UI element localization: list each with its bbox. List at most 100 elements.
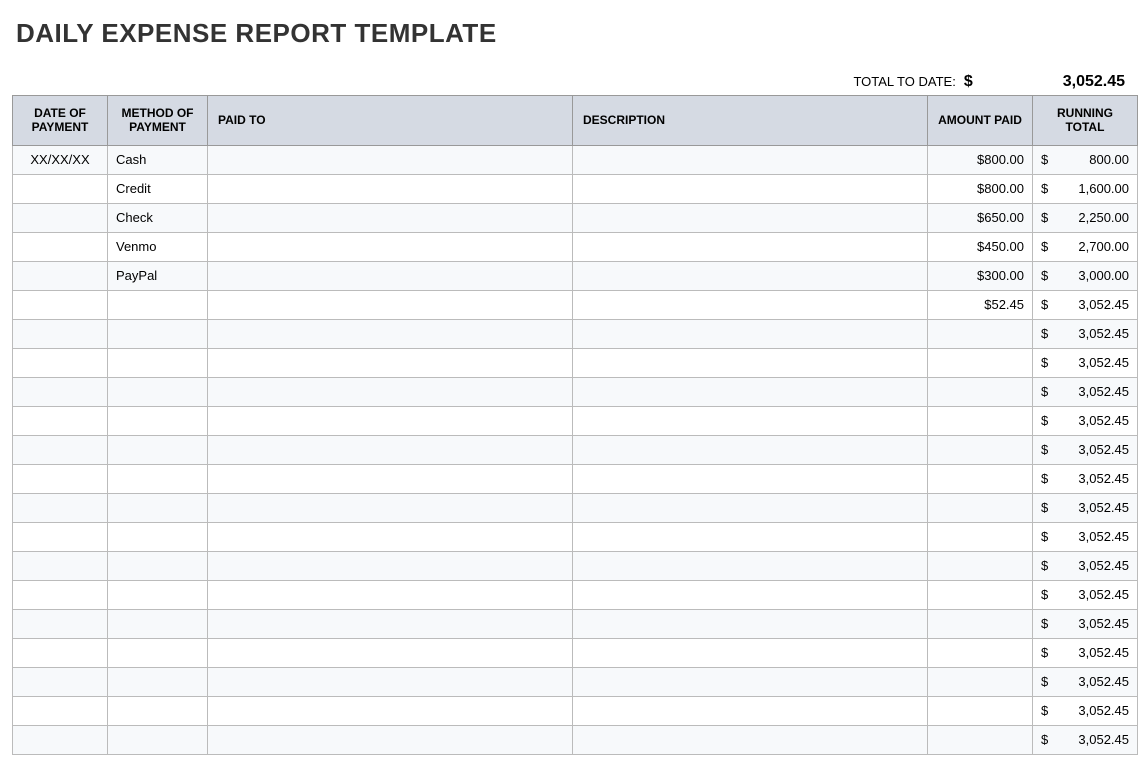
cell-description[interactable] (573, 406, 928, 435)
cell-description[interactable] (573, 667, 928, 696)
cell-description[interactable] (573, 464, 928, 493)
cell-date[interactable] (13, 406, 108, 435)
cell-amount[interactable] (928, 406, 1033, 435)
cell-amount[interactable] (928, 493, 1033, 522)
cell-method[interactable] (108, 580, 208, 609)
cell-amount[interactable]: $52.45 (928, 290, 1033, 319)
cell-paid-to[interactable] (208, 145, 573, 174)
cell-date[interactable] (13, 203, 108, 232)
cell-amount[interactable] (928, 609, 1033, 638)
cell-paid-to[interactable] (208, 551, 573, 580)
cell-amount[interactable] (928, 348, 1033, 377)
cell-amount[interactable] (928, 319, 1033, 348)
cell-amount[interactable] (928, 551, 1033, 580)
cell-description[interactable] (573, 203, 928, 232)
cell-date[interactable] (13, 609, 108, 638)
cell-date[interactable] (13, 493, 108, 522)
cell-description[interactable] (573, 609, 928, 638)
cell-description[interactable] (573, 319, 928, 348)
cell-amount[interactable] (928, 464, 1033, 493)
cell-paid-to[interactable] (208, 377, 573, 406)
cell-description[interactable] (573, 348, 928, 377)
cell-date[interactable] (13, 261, 108, 290)
cell-method[interactable]: Cash (108, 145, 208, 174)
cell-amount[interactable] (928, 696, 1033, 725)
cell-description[interactable] (573, 261, 928, 290)
cell-paid-to[interactable] (208, 667, 573, 696)
cell-date[interactable] (13, 638, 108, 667)
cell-paid-to[interactable] (208, 319, 573, 348)
cell-amount[interactable] (928, 638, 1033, 667)
cell-method[interactable] (108, 348, 208, 377)
cell-method[interactable]: Credit (108, 174, 208, 203)
cell-date[interactable] (13, 232, 108, 261)
cell-description[interactable] (573, 522, 928, 551)
cell-method[interactable] (108, 377, 208, 406)
cell-method[interactable] (108, 435, 208, 464)
cell-description[interactable] (573, 725, 928, 754)
cell-method[interactable] (108, 609, 208, 638)
cell-date[interactable] (13, 377, 108, 406)
cell-method[interactable] (108, 493, 208, 522)
cell-amount[interactable] (928, 667, 1033, 696)
cell-description[interactable] (573, 145, 928, 174)
cell-amount[interactable] (928, 522, 1033, 551)
cell-paid-to[interactable] (208, 464, 573, 493)
cell-date[interactable] (13, 696, 108, 725)
cell-amount[interactable]: $800.00 (928, 174, 1033, 203)
cell-date[interactable] (13, 551, 108, 580)
cell-description[interactable] (573, 377, 928, 406)
cell-method[interactable] (108, 551, 208, 580)
cell-date[interactable] (13, 435, 108, 464)
cell-date[interactable] (13, 348, 108, 377)
cell-method[interactable]: Check (108, 203, 208, 232)
cell-method[interactable] (108, 464, 208, 493)
cell-paid-to[interactable] (208, 406, 573, 435)
cell-description[interactable] (573, 435, 928, 464)
cell-paid-to[interactable] (208, 435, 573, 464)
cell-paid-to[interactable] (208, 203, 573, 232)
cell-method[interactable] (108, 290, 208, 319)
cell-paid-to[interactable] (208, 290, 573, 319)
cell-paid-to[interactable] (208, 232, 573, 261)
cell-amount[interactable] (928, 435, 1033, 464)
cell-method[interactable] (108, 406, 208, 435)
cell-date[interactable] (13, 522, 108, 551)
cell-description[interactable] (573, 232, 928, 261)
cell-description[interactable] (573, 580, 928, 609)
cell-method[interactable] (108, 638, 208, 667)
cell-paid-to[interactable] (208, 348, 573, 377)
cell-method[interactable] (108, 667, 208, 696)
cell-method[interactable]: Venmo (108, 232, 208, 261)
cell-method[interactable] (108, 522, 208, 551)
cell-paid-to[interactable] (208, 696, 573, 725)
cell-method[interactable]: PayPal (108, 261, 208, 290)
cell-amount[interactable] (928, 725, 1033, 754)
cell-amount[interactable]: $450.00 (928, 232, 1033, 261)
cell-amount[interactable] (928, 377, 1033, 406)
cell-date[interactable] (13, 580, 108, 609)
cell-description[interactable] (573, 696, 928, 725)
cell-date[interactable] (13, 290, 108, 319)
cell-description[interactable] (573, 493, 928, 522)
cell-date[interactable] (13, 667, 108, 696)
cell-date[interactable] (13, 725, 108, 754)
cell-paid-to[interactable] (208, 174, 573, 203)
cell-method[interactable] (108, 725, 208, 754)
cell-amount[interactable] (928, 580, 1033, 609)
cell-amount[interactable]: $300.00 (928, 261, 1033, 290)
cell-date[interactable] (13, 464, 108, 493)
cell-paid-to[interactable] (208, 261, 573, 290)
cell-description[interactable] (573, 551, 928, 580)
cell-paid-to[interactable] (208, 638, 573, 667)
cell-date[interactable]: XX/XX/XX (13, 145, 108, 174)
cell-date[interactable] (13, 174, 108, 203)
cell-paid-to[interactable] (208, 609, 573, 638)
cell-amount[interactable]: $800.00 (928, 145, 1033, 174)
cell-method[interactable] (108, 319, 208, 348)
cell-description[interactable] (573, 290, 928, 319)
cell-description[interactable] (573, 638, 928, 667)
cell-paid-to[interactable] (208, 522, 573, 551)
cell-paid-to[interactable] (208, 580, 573, 609)
cell-date[interactable] (13, 319, 108, 348)
